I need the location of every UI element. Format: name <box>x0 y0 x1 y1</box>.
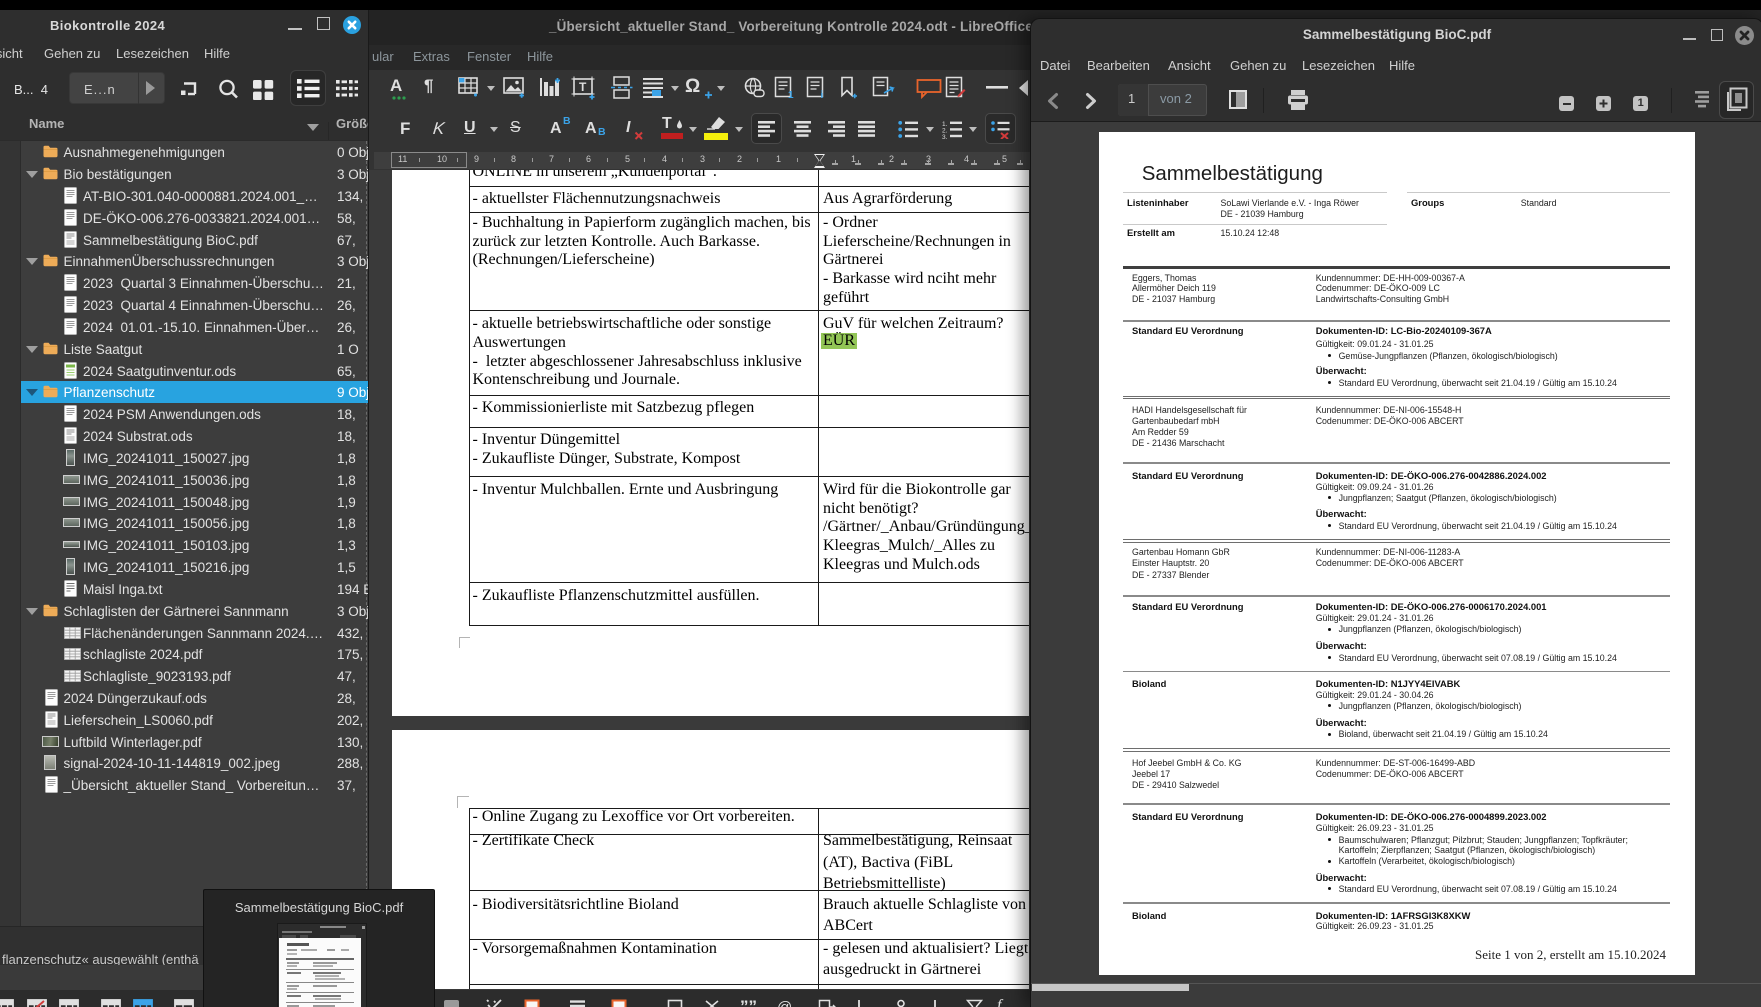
svg-text:1: 1 <box>788 90 794 100</box>
svg-text:i: i <box>821 90 824 100</box>
svg-text:3.: 3. <box>942 134 948 139</box>
svg-text:T: T <box>579 80 587 94</box>
